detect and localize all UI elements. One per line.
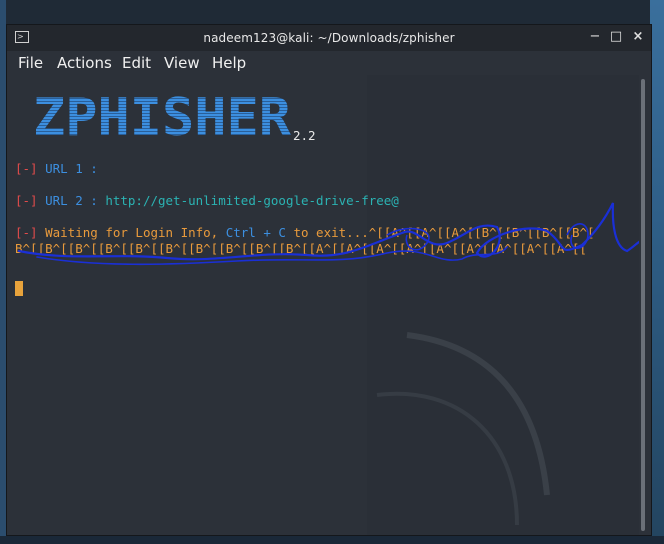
menu-view[interactable]: View <box>164 54 200 72</box>
menu-bar: File Actions Edit View Help <box>7 51 651 75</box>
window-title: nadeem123@kali: ~/Downloads/zphisher <box>203 31 455 45</box>
close-button[interactable]: × <box>630 29 646 45</box>
desktop-edge-bottom <box>0 536 664 544</box>
minimize-button[interactable]: − <box>587 29 603 45</box>
vertical-scrollbar[interactable] <box>641 79 645 531</box>
terminal-output[interactable]: ZPHISHER 2.2 [-] URL 1 : [-] URL 2 : htt… <box>7 75 639 535</box>
menu-edit[interactable]: Edit <box>122 54 151 72</box>
maximize-button[interactable]: □ <box>608 29 624 45</box>
terminal-window: > nadeem123@kali: ~/Downloads/zphisher −… <box>6 24 652 536</box>
desktop-edge-right <box>650 0 664 544</box>
menu-help[interactable]: Help <box>212 54 246 72</box>
menu-actions[interactable]: Actions <box>57 54 112 72</box>
title-bar[interactable]: > nadeem123@kali: ~/Downloads/zphisher −… <box>7 25 651 51</box>
scribble-overlay <box>17 202 639 266</box>
menu-file[interactable]: File <box>18 54 43 72</box>
